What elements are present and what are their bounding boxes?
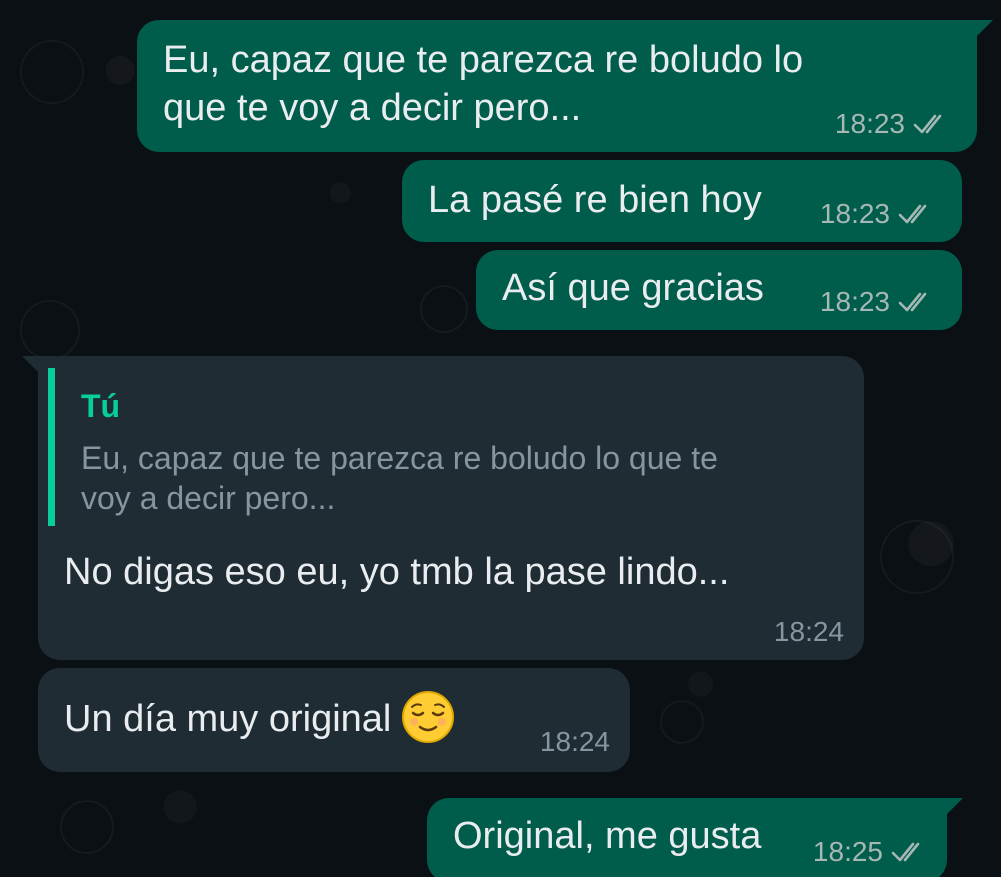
message-bubble-incoming[interactable]: Tú Eu, capaz que te parezca re boludo lo… bbox=[22, 356, 864, 660]
message-meta: 18:23 bbox=[820, 286, 936, 318]
quoted-reply[interactable]: Tú Eu, capaz que te parezca re boludo lo… bbox=[48, 368, 854, 526]
wallpaper-doodle bbox=[60, 800, 114, 854]
read-double-check-icon bbox=[898, 204, 927, 224]
message-bubble-incoming[interactable]: Un día muy original 18:24 bbox=[38, 668, 630, 772]
quoted-reply-text: Eu, capaz que te parezca re boludo lo qu… bbox=[81, 438, 841, 518]
message-time: 18:23 bbox=[819, 286, 890, 317]
message-meta: 18:24 bbox=[540, 726, 610, 758]
message-bubble-outgoing[interactable]: Original, me gusta 18:25 bbox=[427, 798, 963, 877]
message-time: 18:23 bbox=[819, 198, 890, 229]
quoted-reply-line: Eu, capaz que te parezca re boludo lo qu… bbox=[81, 440, 718, 476]
wallpaper-doodle bbox=[420, 285, 468, 333]
wallpaper-doodle bbox=[660, 700, 704, 744]
message-time: 18:24 bbox=[539, 726, 610, 757]
chat-conversation: Eu, capaz que te parezca re boludo lo qu… bbox=[0, 0, 1001, 877]
message-time: 18:25 bbox=[812, 836, 883, 867]
message-text-line: que te voy a decir pero... bbox=[163, 87, 582, 129]
quoted-reply-line: voy a decir pero... bbox=[81, 480, 336, 516]
message-text: La pasé re bien hoy bbox=[428, 179, 762, 221]
wallpaper-doodle bbox=[880, 520, 954, 594]
relieved-face-emoji bbox=[402, 691, 455, 743]
message-text: Así que gracias bbox=[502, 267, 764, 309]
message-meta: 18:25 bbox=[813, 836, 929, 868]
read-double-check-icon bbox=[891, 842, 920, 862]
message-text: No digas eso eu, yo tmb la pase lindo... bbox=[64, 551, 730, 593]
message-text-line: Eu, capaz que te parezca re boludo lo bbox=[163, 39, 804, 81]
read-double-check-icon bbox=[898, 292, 927, 312]
message-time: 18:24 bbox=[773, 616, 844, 647]
message-bubble-outgoing[interactable]: Así que gracias 18:23 bbox=[476, 250, 962, 330]
wallpaper-doodle bbox=[20, 40, 84, 104]
message-bubble-outgoing[interactable]: Eu, capaz que te parezca re boludo lo qu… bbox=[137, 20, 993, 152]
quoted-reply-author: Tú bbox=[81, 388, 121, 424]
message-bubble-outgoing[interactable]: La pasé re bien hoy 18:23 bbox=[402, 160, 962, 242]
message-text: Original, me gusta bbox=[453, 815, 762, 857]
message-text-wrapper: Un día muy original bbox=[64, 691, 455, 748]
wallpaper-doodle bbox=[20, 300, 80, 360]
message-meta: 18:23 bbox=[820, 198, 936, 230]
message-meta: 18:23 bbox=[835, 108, 951, 140]
message-time: 18:23 bbox=[834, 108, 905, 139]
message-meta: 18:24 bbox=[774, 616, 844, 648]
read-double-check-icon bbox=[913, 114, 942, 134]
message-text: Un día muy original bbox=[64, 698, 392, 741]
